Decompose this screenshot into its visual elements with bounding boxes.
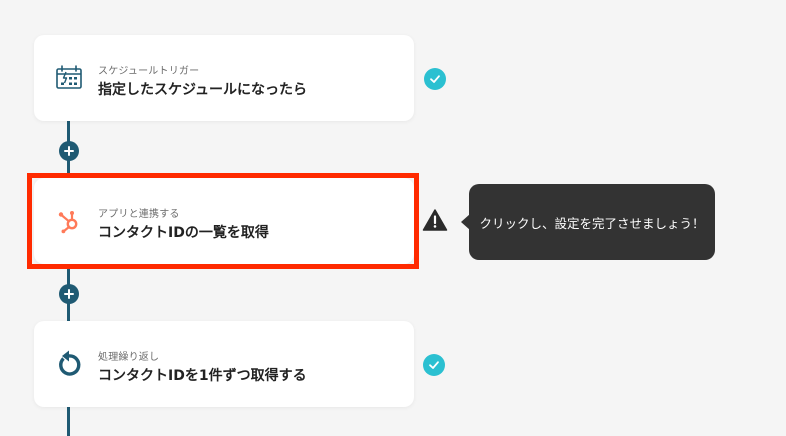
tooltip-text: クリックし、設定を完了させましょう！ bbox=[479, 215, 705, 231]
plus-icon bbox=[64, 289, 74, 299]
flow-connector-bottom bbox=[67, 407, 70, 436]
step-title: 指定したスケジュールになったら bbox=[98, 82, 308, 98]
check-icon bbox=[430, 75, 440, 83]
warning-icon bbox=[422, 208, 448, 232]
check-icon bbox=[429, 361, 439, 369]
flow-step-loop[interactable]: 処理繰り返し コンタクトIDを1件ずつ取得する bbox=[34, 321, 414, 407]
step-complete-badge bbox=[423, 354, 445, 376]
add-step-button[interactable] bbox=[59, 284, 79, 304]
loop-icon bbox=[52, 347, 86, 381]
step-title: コンタクトIDを1件ずつ取得する bbox=[98, 368, 307, 384]
setup-tooltip: クリックし、設定を完了させましょう！ bbox=[469, 184, 715, 260]
step-sub-label: スケジュールトリガー bbox=[98, 66, 200, 77]
step-sub-label: 処理繰り返し bbox=[98, 352, 160, 363]
add-step-button[interactable] bbox=[59, 141, 79, 161]
step-complete-badge bbox=[424, 68, 446, 90]
plus-icon bbox=[64, 146, 74, 156]
flow-step-schedule-trigger[interactable]: スケジュールトリガー 指定したスケジュールになったら bbox=[34, 35, 414, 121]
calendar-schedule-icon bbox=[52, 61, 86, 95]
step-highlight-frame bbox=[27, 173, 419, 269]
